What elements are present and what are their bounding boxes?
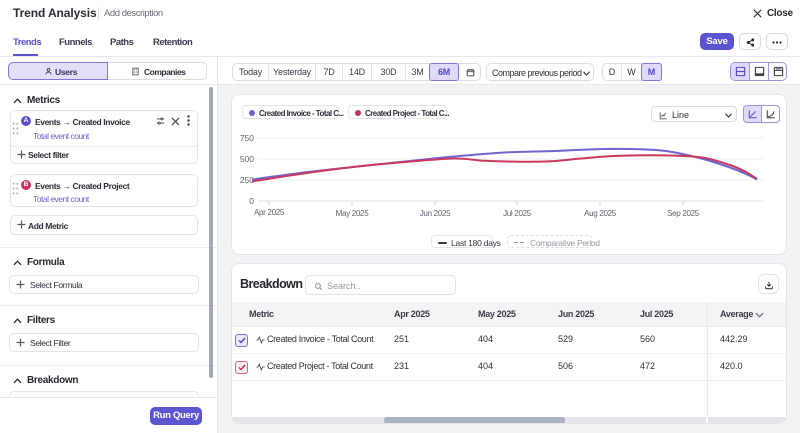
svg-text:Jul 2025: Jul 2025 [503, 209, 532, 218]
svg-text:0: 0 [249, 196, 254, 206]
svg-text:May 2025: May 2025 [336, 209, 370, 218]
svg-text:750: 750 [240, 133, 254, 143]
svg-text:Sep 2025: Sep 2025 [667, 209, 700, 218]
svg-text:500: 500 [240, 154, 254, 164]
svg-text:Aug 2025: Aug 2025 [584, 209, 617, 218]
svg-text:Apr 2025: Apr 2025 [254, 208, 285, 217]
svg-text:Jun 2025: Jun 2025 [420, 209, 451, 218]
